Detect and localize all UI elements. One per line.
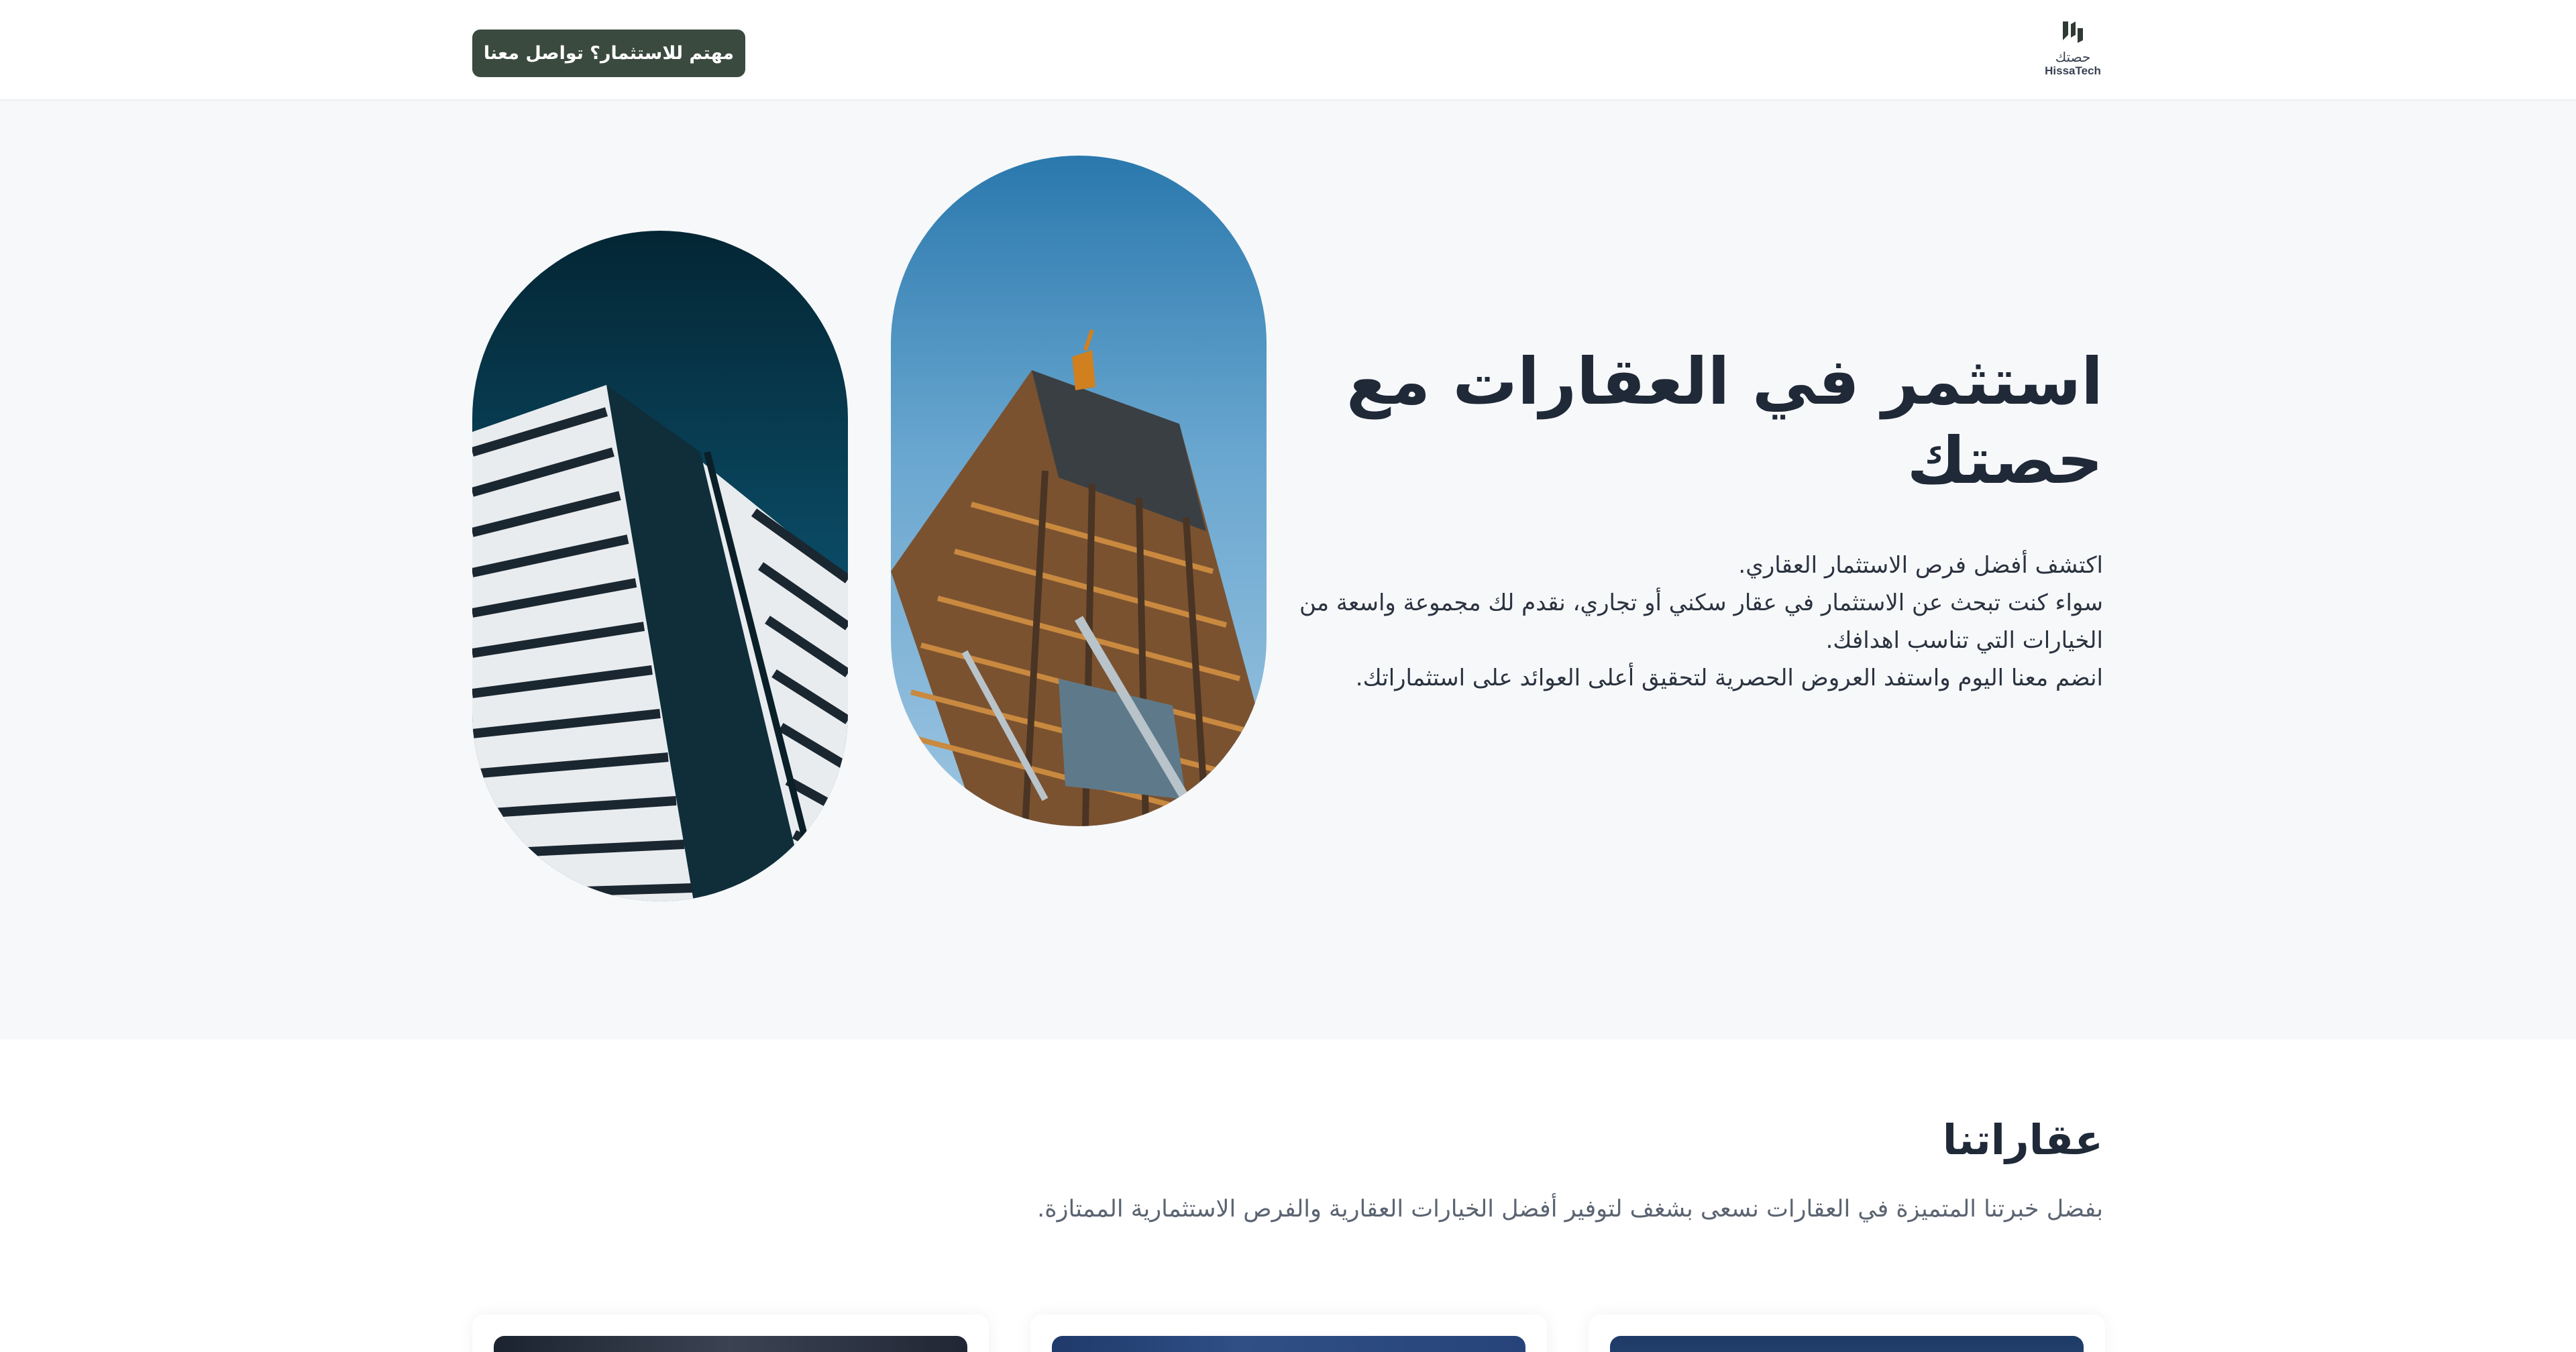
property-card[interactable] [1589, 1314, 2105, 1352]
property-card[interactable] [472, 1314, 989, 1352]
property-card-image [1610, 1336, 2084, 1352]
property-card-image [1052, 1336, 1525, 1352]
property-card[interactable] [1030, 1314, 1547, 1352]
site-header: حصتك HissaTech مهتم للاستثمار؟ تواصل معن… [0, 0, 2576, 101]
hero-line-3: انضم معنا اليوم واستفد العروض الحصرية لت… [1355, 665, 2103, 691]
hero-description: اكتشف أفضل فرص الاستثمار العقاري. سواء ك… [1278, 547, 2103, 697]
hero-line-2: سواء كنت تبحث عن الاستثمار في عقار سكني … [1299, 589, 2103, 654]
properties-title: عقاراتنا [1942, 1115, 2103, 1164]
logo-latin-text: HissaTech [2045, 64, 2101, 77]
property-card-image [494, 1336, 967, 1352]
hissatech-logo-icon [2063, 21, 2083, 43]
hero-line-1: اكتشف أفضل فرص الاستثمار العقاري. [1738, 552, 2103, 579]
hero-section: استثمر في العقارات مع حصتك اكتشف أفضل فر… [0, 101, 2576, 1039]
hero-title: استثمر في العقارات مع حصتك [1346, 344, 2103, 498]
page: حصتك HissaTech مهتم للاستثمار؟ تواصل معن… [0, 0, 2576, 1352]
site-logo[interactable]: حصتك HissaTech [2039, 20, 2106, 87]
properties-subtitle: بفضل خبرتنا المتميزة في العقارات نسعى بش… [1037, 1196, 2103, 1223]
construction-image [891, 156, 1267, 826]
tower-image [472, 231, 848, 901]
logo-arabic-text: حصتك [2055, 49, 2091, 65]
contact-us-button[interactable]: مهتم للاستثمار؟ تواصل معنا [472, 30, 745, 77]
